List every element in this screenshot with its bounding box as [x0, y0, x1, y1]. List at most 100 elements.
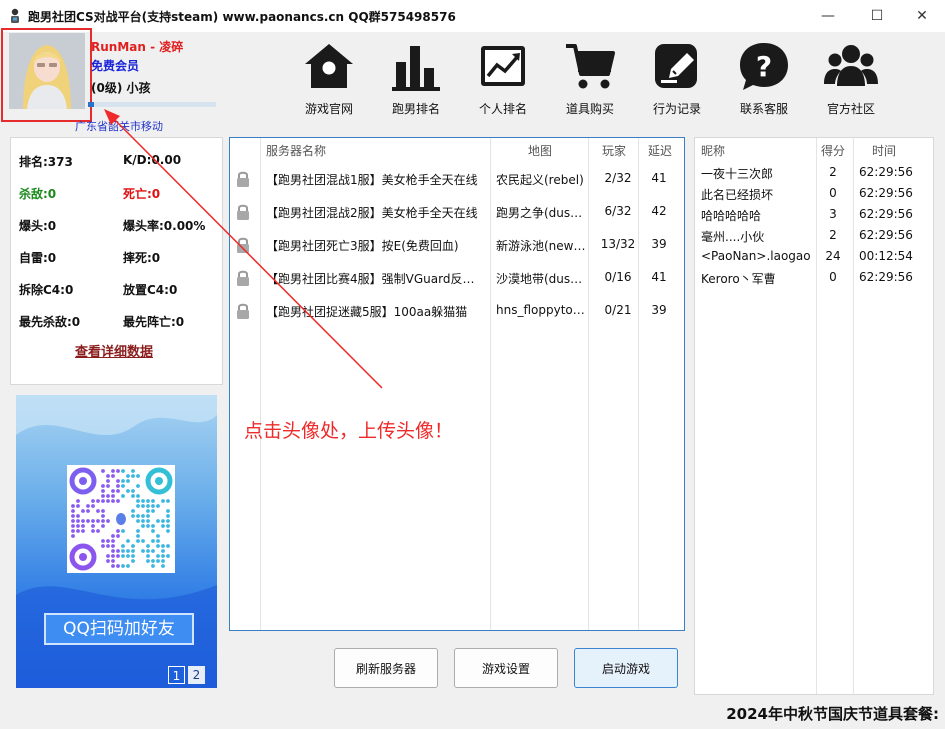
- player-nickname[interactable]: 哈哈哈哈哈: [701, 207, 761, 224]
- player-score: 2: [829, 165, 837, 179]
- nav-label: 道具购买: [565, 102, 614, 116]
- annotation-text: 点击头像处，上传头像！: [244, 420, 454, 442]
- stat-headshot-rate: 爆头率:0.00%: [123, 219, 206, 233]
- nav-label: 联系客服: [739, 102, 788, 116]
- server-row[interactable]: 【跑男社团比赛4服】强制VGuard反作… 沙漠地带(dust… 0/16 41: [230, 261, 684, 294]
- stat-defuse-c4: 拆除C4:0: [19, 283, 74, 297]
- player-score: 24: [825, 249, 841, 263]
- server-map: hns_floppyto…: [496, 303, 585, 317]
- player-time: 62:29:56: [859, 165, 913, 179]
- nav-official-site[interactable]: 游戏官网: [294, 40, 364, 117]
- refresh-servers-button[interactable]: 刷新服务器: [334, 648, 438, 688]
- server-list: 服务器名称 地图 玩家 延迟 【跑男社团混战1服】美女枪手全天在线 农民起义(r…: [229, 137, 685, 631]
- column-header-server[interactable]: 服务器名称: [266, 142, 326, 159]
- nav-label: 跑男排名: [391, 102, 440, 116]
- stat-rank: 排名:373: [19, 155, 73, 169]
- view-details-link[interactable]: 查看详细数据: [75, 341, 153, 360]
- stat-kills: 杀敌:0: [19, 187, 57, 201]
- nav-item-shop[interactable]: 道具购买: [555, 40, 625, 117]
- level-label: (0级) 小孩: [91, 81, 151, 95]
- lock-icon: [237, 237, 249, 253]
- server-players: 0/16: [604, 270, 632, 284]
- window-title: 跑男社团CS对战平台(支持steam) www.paonancs.cn QQ群5…: [28, 10, 456, 24]
- avatar[interactable]: [9, 33, 85, 109]
- bar-chart-icon: [392, 46, 440, 91]
- stat-kd: K/D:0.00: [123, 153, 182, 167]
- edit-icon: [655, 44, 697, 88]
- player-time: 62:29:56: [859, 228, 913, 242]
- server-players: 13/32: [600, 237, 636, 251]
- nav-behavior-record[interactable]: 行为记录: [642, 40, 712, 117]
- player-time: 62:29:56: [859, 207, 913, 221]
- stat-plant-c4: 放置C4:0: [123, 283, 178, 297]
- ad-banner-label: QQ扫码加好友: [44, 613, 194, 645]
- player-nickname[interactable]: 此名已经损坏: [701, 186, 773, 203]
- column-header-nickname[interactable]: 昵称: [701, 142, 725, 159]
- player-nickname[interactable]: 毫州....小伙: [701, 228, 764, 245]
- launch-game-button[interactable]: 启动游戏: [574, 648, 678, 688]
- avatar-portrait-icon: [9, 33, 85, 109]
- svg-text:?: ?: [756, 50, 772, 83]
- lock-icon: [237, 303, 249, 319]
- server-name: 【跑男社团死亡3服】按E(免费回血): [266, 239, 459, 253]
- stat-first-kill: 最先杀敌:0: [19, 315, 81, 329]
- stat-first-death: 最先阵亡:0: [123, 315, 185, 329]
- ad-page-1[interactable]: 1: [168, 666, 185, 684]
- qr-pattern-icon: [69, 467, 173, 571]
- game-settings-button[interactable]: 游戏设置: [454, 648, 558, 688]
- maximize-button[interactable]: ☐: [854, 0, 900, 32]
- promo-marquee[interactable]: 2024年中秋节国庆节道具套餐:: [726, 703, 939, 724]
- trend-chart-icon: [481, 46, 525, 86]
- nav-label: 行为记录: [652, 102, 701, 116]
- community-icon: [824, 45, 878, 86]
- column-header-players[interactable]: 玩家: [602, 142, 626, 159]
- server-map: 农民起义(rebel): [496, 173, 584, 187]
- nav-contact-support[interactable]: ? 联系客服: [729, 40, 799, 117]
- server-name: 【跑男社团比赛4服】强制VGuard反作…: [266, 272, 486, 286]
- player-nickname[interactable]: <PaoNan>.laogao: [701, 249, 813, 263]
- lock-icon: [237, 204, 249, 220]
- player-list: 昵称 得分 时间 一夜十三次郎 2 62:29:56 此名已经损坏 0 62:2…: [694, 137, 934, 695]
- level-progress-bar: [88, 102, 216, 107]
- ad-page-2[interactable]: 2: [188, 666, 205, 684]
- level-progress-fill: [88, 102, 95, 107]
- nav-community[interactable]: 官方社区: [816, 40, 886, 117]
- server-ping: 41: [651, 270, 667, 284]
- stat-deaths: 死亡:0: [123, 187, 161, 201]
- app-logo-icon: [11, 8, 19, 23]
- column-header-map[interactable]: 地图: [528, 142, 552, 159]
- server-row[interactable]: 【跑男社团捉迷藏5服】100aa躲猫猫 hns_floppyto… 0/21 3…: [230, 294, 684, 327]
- ad-banner-panel[interactable]: QQ扫码加好友 1 2: [16, 395, 217, 688]
- help-icon: ?: [740, 43, 788, 90]
- player-time: 62:29:56: [859, 186, 913, 200]
- close-button[interactable]: ✕: [899, 0, 945, 32]
- username: RunMan - 凌碎: [91, 40, 184, 54]
- player-time: 62:29:56: [859, 270, 913, 284]
- server-row[interactable]: 【跑男社团混战2服】美女枪手全天在线 跑男之争(dust… 6/32 42: [230, 195, 684, 228]
- server-players: 6/32: [604, 204, 632, 218]
- player-nickname[interactable]: Keroro丶军曹: [701, 270, 776, 287]
- player-score: 3: [829, 207, 837, 221]
- nav-runman-ranking[interactable]: 跑男排名: [381, 40, 451, 117]
- server-players: 2/32: [604, 171, 632, 185]
- player-score: 0: [829, 186, 837, 200]
- server-map: 跑男之争(dust…: [496, 206, 586, 220]
- player-nickname[interactable]: 一夜十三次郎: [701, 165, 773, 182]
- column-header-time[interactable]: 时间: [872, 142, 896, 159]
- nav-personal-ranking[interactable]: 个人排名: [468, 40, 538, 117]
- nav-label: 官方社区: [826, 102, 875, 116]
- column-header-ping[interactable]: 延迟: [648, 142, 672, 159]
- server-name: 【跑男社团混战2服】美女枪手全天在线: [266, 206, 478, 220]
- server-ping: 39: [651, 237, 667, 251]
- player-score: 0: [829, 270, 837, 284]
- player-score: 2: [829, 228, 837, 242]
- server-row[interactable]: 【跑男社团死亡3服】按E(免费回血) 新游泳池(new… 13/32 39: [230, 228, 684, 261]
- minimize-button[interactable]: —: [805, 0, 851, 32]
- server-map: 沙漠地带(dust…: [496, 272, 586, 286]
- column-header-score[interactable]: 得分: [821, 142, 845, 159]
- home-icon: [305, 44, 353, 88]
- server-row[interactable]: 【跑男社团混战1服】美女枪手全天在线 农民起义(rebel) 2/32 41: [230, 162, 684, 195]
- server-players: 0/21: [604, 303, 632, 317]
- server-map: 新游泳池(new…: [496, 239, 586, 253]
- cart-icon: [566, 44, 615, 89]
